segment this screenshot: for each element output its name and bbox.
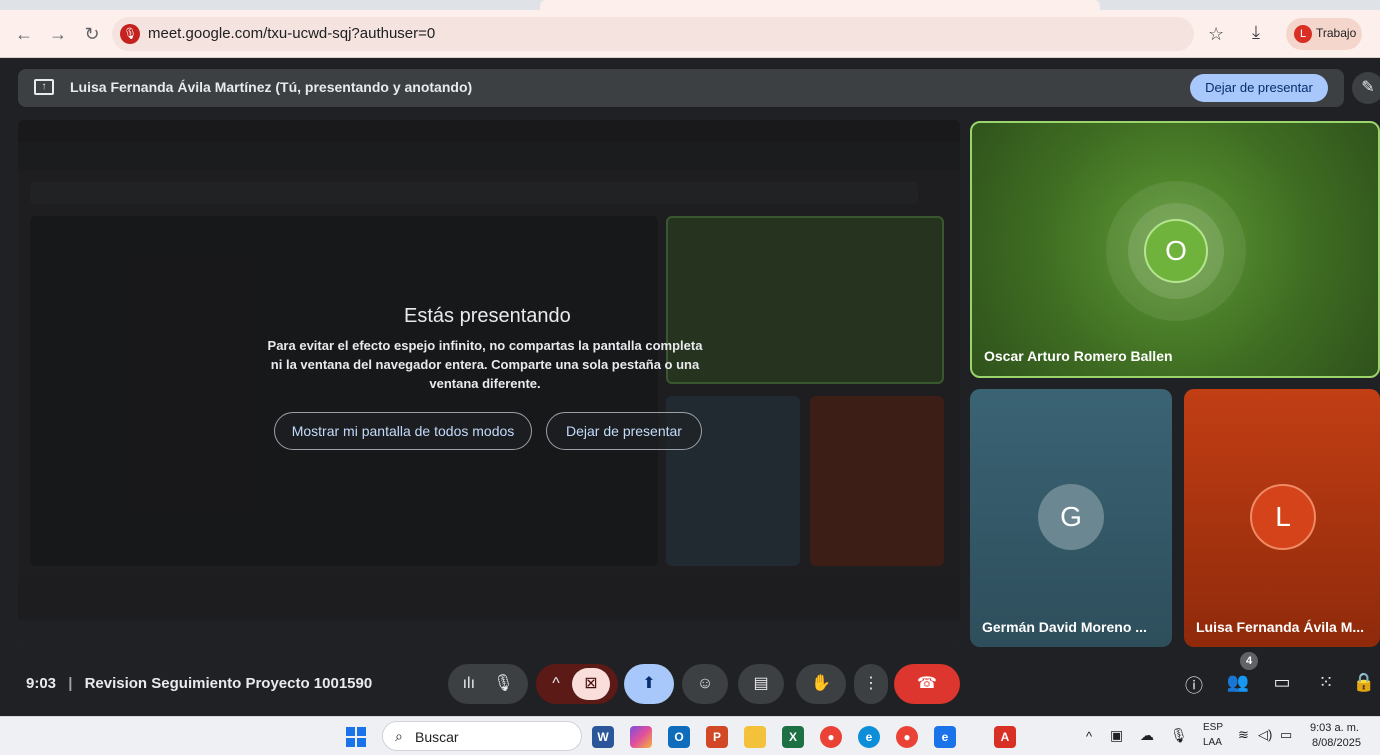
camera-off-icon[interactable]: ⊠	[572, 668, 610, 700]
people-icon[interactable]: 👥	[1226, 672, 1250, 693]
tray-app-icon[interactable]: ▣	[1110, 727, 1123, 744]
active-tab[interactable]	[540, 0, 1100, 10]
participant-name: Luisa Fernanda Ávila M...	[1196, 619, 1365, 635]
audio-level-icon: ılı	[462, 675, 476, 692]
presenting-title: Luisa Fernanda Ávila Martínez (Tú, prese…	[70, 79, 473, 95]
powerpoint-app-icon[interactable]: P	[706, 726, 728, 748]
forward-arrow-icon[interactable]: →	[46, 22, 70, 46]
back-arrow-icon[interactable]: ←	[12, 22, 36, 46]
present-screen-icon: ↑	[34, 79, 54, 95]
activities-grid-icon[interactable]: ⁙	[1314, 672, 1338, 693]
language-top[interactable]: ESP	[1203, 722, 1223, 733]
reload-icon[interactable]: ↻	[80, 22, 104, 46]
copilot-app-icon[interactable]	[630, 726, 652, 748]
meeting-time: 9:03	[26, 675, 57, 692]
file-explorer-icon[interactable]	[744, 726, 766, 748]
url-text[interactable]: meet.google.com/txu-ucwd-sqj?authuser=0	[148, 25, 435, 42]
browser-toolbar: ← → ↻ 🎙 meet.google.com/txu-ucwd-sqj?aut…	[0, 10, 1380, 58]
language-bottom[interactable]: LAA	[1203, 737, 1222, 748]
participant-tile-luisa[interactable]: L Luisa Fernanda Ávila M...	[1184, 389, 1380, 647]
hang-up-icon: ☎	[917, 675, 937, 692]
profile-button[interactable]: L Trabajo	[1286, 18, 1362, 50]
download-icon[interactable]: ⤓	[1252, 22, 1260, 43]
meeting-details-icon[interactable]: ⓘ	[1182, 672, 1206, 698]
avatar: L	[1250, 484, 1316, 550]
dialog-stop-presenting-button[interactable]: Dejar de presentar	[546, 412, 702, 450]
chrome-app-icon[interactable]: ●	[820, 726, 842, 748]
separator: |	[68, 675, 73, 692]
captions-icon: ▤	[753, 675, 769, 692]
meeting-controls-bar: 9:03 | Revision Seguimiento Proyecto 100…	[0, 650, 1380, 716]
microphone-control[interactable]: ılı 🎙	[448, 664, 528, 704]
dialog-message: Para evitar el efecto espejo infinito, n…	[267, 338, 703, 391]
more-options-button[interactable]: ⋮	[854, 664, 888, 704]
acrobat-app-icon[interactable]: A	[994, 726, 1016, 748]
microphone-site-icon[interactable]: 🎙	[120, 24, 140, 44]
profile-avatar: L	[1294, 25, 1312, 43]
clock-time[interactable]: 9:03 a. m.	[1310, 722, 1359, 734]
word-app-icon[interactable]: W	[592, 726, 614, 748]
participant-tile-german[interactable]: G Germán David Moreno ...	[970, 389, 1172, 647]
clock-date[interactable]: 8/08/2025	[1312, 737, 1361, 749]
tab-strip	[0, 0, 1380, 10]
search-label: Buscar	[415, 729, 459, 745]
volume-icon[interactable]: ◁)	[1258, 727, 1272, 743]
meeting-info: 9:03 | Revision Seguimiento Proyecto 100…	[26, 675, 372, 692]
tray-microphone-icon[interactable]: 🎙	[1170, 727, 1188, 744]
outlook-app-icon[interactable]: O	[668, 726, 690, 748]
participant-name: Germán David Moreno ...	[982, 619, 1147, 635]
excel-app-icon[interactable]: X	[782, 726, 804, 748]
windows-taskbar: ⌕ Buscar W O P X ● e ● e A ^ ▣ ☁ 🎙 ESP L…	[0, 716, 1380, 755]
present-screen-icon: ⬆	[642, 675, 656, 692]
present-screen-button[interactable]: ⬆	[624, 664, 674, 704]
taskbar-search[interactable]: ⌕ Buscar	[382, 721, 582, 751]
captions-button[interactable]: ▤	[738, 664, 784, 704]
stop-presenting-button[interactable]: Dejar de presentar	[1190, 74, 1328, 102]
hand-icon: ✋	[811, 675, 831, 692]
chrome-profile-app-icon[interactable]: ●	[896, 726, 918, 748]
presenting-banner: ↑ Luisa Fernanda Ávila Martínez (Tú, pre…	[18, 69, 1344, 107]
meeting-title: Revision Seguimiento Proyecto 1001590	[84, 675, 373, 692]
chevron-up-icon[interactable]: ^	[546, 664, 566, 704]
emoji-icon: ☺	[696, 675, 714, 692]
annotate-pen-icon[interactable]: ✎	[1352, 72, 1380, 104]
wifi-icon[interactable]: ≋	[1238, 727, 1249, 743]
participant-tile-oscar[interactable]: O Oscar Arturo Romero Ballen	[970, 121, 1380, 378]
emoji-button[interactable]: ☺	[682, 664, 728, 704]
camera-control[interactable]: ^ ⊠	[536, 664, 618, 704]
host-controls-lock-icon[interactable]: 🔒	[1352, 672, 1376, 693]
raise-hand-button[interactable]: ✋	[796, 664, 846, 704]
windows-start-icon[interactable]	[346, 727, 366, 747]
participant-name: Oscar Arturo Romero Ballen	[984, 348, 1173, 364]
microphone-icon[interactable]: 🎙	[493, 675, 513, 692]
tray-cloud-icon[interactable]: ☁	[1140, 727, 1154, 744]
internet-explorer-icon[interactable]: e	[934, 726, 956, 748]
search-icon: ⌕	[395, 728, 403, 744]
bookmark-star-icon[interactable]: ☆	[1208, 24, 1224, 45]
show-screen-anyway-button[interactable]: Mostrar mi pantalla de todos modos	[274, 412, 532, 450]
leave-call-button[interactable]: ☎	[894, 664, 960, 704]
battery-icon[interactable]: ▭	[1280, 727, 1292, 743]
avatar: O	[1144, 219, 1208, 283]
tray-chevron-icon[interactable]: ^	[1086, 729, 1092, 744]
more-vert-icon: ⋮	[863, 675, 879, 692]
participant-count-badge: 4	[1240, 652, 1258, 670]
chat-icon[interactable]: ▭	[1270, 672, 1294, 693]
avatar: G	[1038, 484, 1104, 550]
profile-name: Trabajo	[1316, 26, 1357, 40]
edge-app-icon[interactable]: e	[858, 726, 880, 748]
dialog-title: Estás presentando	[404, 305, 571, 327]
address-bar[interactable]: 🎙 meet.google.com/txu-ucwd-sqj?authuser=…	[112, 17, 1194, 51]
